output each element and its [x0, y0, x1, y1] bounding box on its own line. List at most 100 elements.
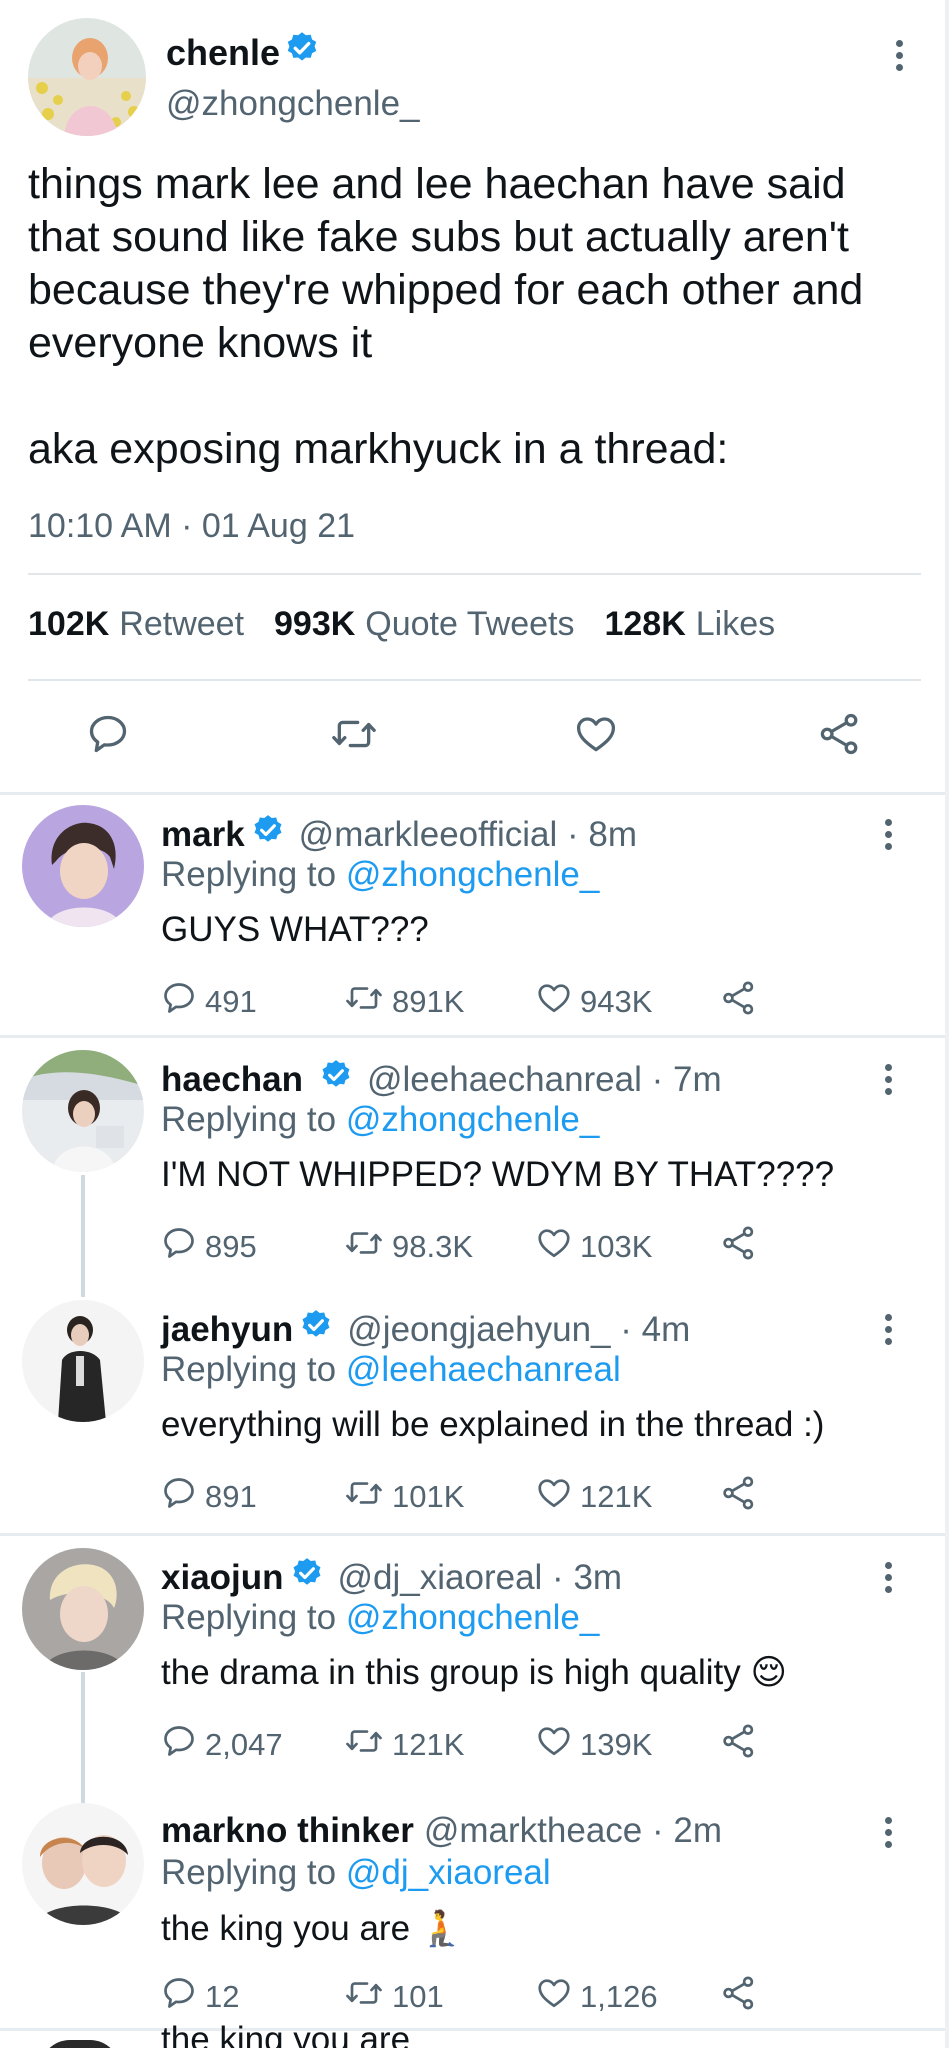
reply-button[interactable]: 12: [161, 1975, 239, 2019]
share-button[interactable]: [721, 1723, 757, 1767]
reply-tweet[interactable]: xiaojun @dj_xiaoreal · 3m Replying to @z…: [0, 1538, 949, 1788]
retweet-count: 121K: [392, 1727, 465, 1762]
author-display-name[interactable]: mark: [161, 815, 245, 855]
like-button[interactable]: 943K: [536, 980, 652, 1024]
retweet-stat[interactable]: 102K Retweet: [28, 605, 244, 644]
retweet-button[interactable]: 121K: [344, 1723, 464, 1767]
reply-header: mark @markleeofficial · 8m: [161, 813, 637, 856]
author-display-name[interactable]: jaehyun: [161, 1310, 293, 1350]
avatar[interactable]: [22, 1548, 144, 1670]
replying-to: Replying to @dj_xiaoreal: [161, 1853, 551, 1893]
avatar[interactable]: [22, 1300, 144, 1422]
retweet-icon: [344, 1475, 384, 1519]
replying-to: Replying to @zhongchenle_: [161, 1100, 599, 1140]
share-button[interactable]: [721, 1475, 757, 1519]
share-button[interactable]: [721, 980, 757, 1024]
like-icon: [536, 1225, 572, 1269]
more-options-icon[interactable]: [882, 1314, 894, 1345]
retweet-icon: [344, 980, 384, 1024]
reply-tweet[interactable]: haechan @leehaechanreal · 7m Replying to…: [0, 1040, 949, 1290]
share-icon[interactable]: [818, 712, 862, 761]
more-options-icon[interactable]: [882, 1064, 894, 1095]
share-button[interactable]: [721, 1975, 757, 2019]
reply-tweet[interactable]: mark @markleeofficial · 8m Replying to @…: [0, 795, 949, 1035]
reply-count: 2,047: [205, 1727, 283, 1762]
replying-to-label: Replying to: [161, 1100, 337, 1139]
share-icon: [721, 1723, 757, 1767]
share-button[interactable]: [721, 1225, 757, 1269]
retweet-count: 101K: [392, 1479, 465, 1514]
tweet-text-line: everyone knows it: [28, 319, 373, 367]
likes-stat[interactable]: 128K Likes: [604, 605, 775, 644]
reply-icon[interactable]: [86, 712, 130, 761]
quote-tweets-count: 993K: [274, 605, 356, 643]
like-button[interactable]: 103K: [536, 1225, 652, 1269]
like-icon[interactable]: [574, 712, 618, 761]
retweet-count: 101: [392, 1979, 444, 2014]
more-options-icon[interactable]: [882, 1817, 894, 1848]
author-handle[interactable]: @jeongjaehyun_ · 4m: [347, 1310, 690, 1350]
like-button[interactable]: 1,126: [536, 1975, 658, 2019]
reply-tweet[interactable]: markno thinker @marktheace · 2m Replying…: [0, 1793, 949, 2028]
reply-header: markno thinker @marktheace · 2m: [161, 1811, 722, 1851]
author-display-name[interactable]: markno thinker: [161, 1811, 414, 1851]
retweet-count: 98.3K: [392, 1229, 474, 1264]
retweet-icon[interactable]: [330, 712, 378, 761]
avatar[interactable]: [28, 18, 146, 136]
reply-button[interactable]: 2,047: [161, 1723, 283, 1767]
reply-text: the king you are 🧎: [161, 1909, 464, 1948]
like-button[interactable]: 139K: [536, 1723, 652, 1767]
verified-badge-icon: [299, 1308, 333, 1351]
author-handle[interactable]: @zhongchenle_: [166, 84, 420, 124]
divider: [28, 679, 921, 681]
replying-to-label: Replying to: [161, 1853, 337, 1892]
replying-to-link[interactable]: @leehaechanreal: [346, 1350, 621, 1389]
quote-tweets-stat[interactable]: 993K Quote Tweets: [274, 605, 574, 644]
reply-count: 12: [205, 1979, 240, 2014]
tweet-timestamp[interactable]: 10:10 AM · 01 Aug 21: [28, 507, 355, 546]
more-options-icon[interactable]: [893, 40, 905, 71]
replying-to-link[interactable]: @dj_xiaoreal: [346, 1853, 551, 1892]
author-handle[interactable]: @leehaechanreal · 7m: [367, 1060, 722, 1100]
replying-to-link[interactable]: @zhongchenle_: [346, 1100, 600, 1139]
replying-to-link[interactable]: @zhongchenle_: [346, 855, 600, 894]
share-icon: [721, 980, 757, 1024]
like-button[interactable]: 121K: [536, 1475, 652, 1519]
like-icon: [536, 1475, 572, 1519]
retweet-button[interactable]: 98.3K: [344, 1225, 473, 1269]
avatar[interactable]: [40, 2040, 120, 2048]
retweet-button[interactable]: 891K: [344, 980, 464, 1024]
avatar[interactable]: [22, 1803, 144, 1925]
divider: [0, 2028, 949, 2031]
retweet-icon: [344, 1225, 384, 1269]
more-options-icon[interactable]: [882, 819, 894, 850]
author-name[interactable]: chenle: [166, 30, 320, 75]
reply-button[interactable]: 895: [161, 1225, 257, 1269]
more-options-icon[interactable]: [882, 1562, 894, 1593]
retweet-count: 891K: [392, 984, 465, 1019]
like-count: 943K: [580, 984, 653, 1019]
verified-badge-icon: [284, 30, 320, 75]
share-icon: [721, 1975, 757, 2019]
likes-label: Likes: [695, 605, 776, 643]
retweet-button[interactable]: 101: [344, 1975, 444, 2019]
author-handle[interactable]: @marktheace · 2m: [424, 1811, 722, 1851]
author-handle[interactable]: @markleeofficial · 8m: [299, 815, 637, 855]
author-handle[interactable]: @dj_xiaoreal · 3m: [338, 1558, 623, 1598]
reply-button[interactable]: 491: [161, 980, 257, 1024]
replying-to-label: Replying to: [161, 1598, 337, 1637]
share-icon: [721, 1225, 757, 1269]
retweet-icon: [344, 1975, 384, 2019]
reply-header: haechan @leehaechanreal · 7m: [161, 1058, 722, 1101]
avatar[interactable]: [22, 1050, 144, 1172]
reply-tweet[interactable]: jaehyun @jeongjaehyun_ · 4m Replying to …: [0, 1290, 949, 1535]
author-display-name[interactable]: chenle: [166, 32, 280, 74]
replying-to-link[interactable]: @zhongchenle_: [346, 1598, 600, 1637]
author-display-name[interactable]: xiaojun: [161, 1558, 284, 1598]
avatar[interactable]: [22, 805, 144, 927]
like-count: 139K: [580, 1727, 653, 1762]
author-display-name[interactable]: haechan: [161, 1060, 303, 1100]
retweet-button[interactable]: 101K: [344, 1475, 464, 1519]
reply-button[interactable]: 891: [161, 1475, 257, 1519]
tweet-text: things mark lee and lee haechan have sai…: [28, 158, 928, 476]
